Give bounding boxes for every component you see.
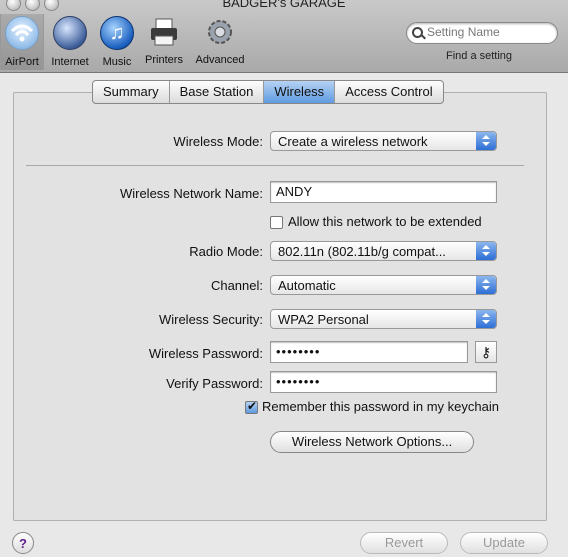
network-name-field[interactable]: ANDY	[270, 181, 497, 203]
tab-bar: Summary Base Station Wireless Access Con…	[92, 80, 444, 104]
toolbar-music[interactable]: ♫ Music	[96, 14, 138, 70]
channel-popup[interactable]: Automatic	[270, 275, 497, 295]
security-value: WPA2 Personal	[278, 312, 369, 327]
verify-password-field[interactable]: ••••••••	[270, 371, 497, 393]
popup-arrows-icon	[476, 132, 496, 150]
toolbar-advanced[interactable]: Advanced	[192, 14, 248, 70]
allow-extend-label: Allow this network to be extended	[288, 214, 482, 229]
globe-icon	[53, 16, 87, 50]
window-title: BADGER's GARAGE	[222, 0, 346, 10]
search-icon	[412, 27, 423, 38]
setting-search-input[interactable]: Setting Name	[406, 22, 558, 44]
toolbar-internet-label: Internet	[51, 56, 89, 68]
settings-panel	[13, 92, 547, 521]
help-button[interactable]: ?	[12, 532, 34, 554]
verify-password-label: Verify Password:	[166, 376, 263, 391]
key-icon: ⚷	[480, 344, 492, 360]
wireless-mode-label: Wireless Mode:	[173, 134, 263, 149]
radio-mode-label: Radio Mode:	[189, 244, 263, 259]
security-label: Wireless Security:	[158, 312, 263, 327]
wireless-mode-popup[interactable]: Create a wireless network	[270, 131, 497, 151]
printer-icon	[148, 16, 180, 48]
search-placeholder: Setting Name	[427, 25, 500, 39]
channel-label: Channel:	[210, 278, 263, 293]
wireless-mode-value: Create a wireless network	[278, 134, 428, 149]
find-setting-label: Find a setting	[446, 50, 513, 62]
revert-button[interactable]: Revert	[360, 532, 448, 554]
toolbar-music-label: Music	[102, 56, 132, 68]
keychain-key-button[interactable]: ⚷	[475, 341, 497, 363]
password-field[interactable]: ••••••••	[270, 341, 468, 363]
radio-mode-value: 802.11n (802.11b/g compat...	[278, 244, 446, 259]
password-label: Wireless Password:	[148, 346, 263, 361]
security-popup[interactable]: WPA2 Personal	[270, 309, 497, 329]
tab-wireless[interactable]: Wireless	[264, 81, 336, 103]
toolbar-airport[interactable]: AirPort	[0, 14, 44, 70]
window-toolbar: BADGER's GARAGE AirPort Internet ♫ Music…	[0, 0, 568, 73]
network-name-label: Wireless Network Name:	[119, 186, 263, 201]
section-divider	[26, 165, 524, 166]
remember-keychain-label: Remember this password in my keychain	[262, 399, 499, 414]
toolbar-printers-label: Printers	[145, 54, 183, 66]
channel-value: Automatic	[278, 278, 336, 293]
tab-summary[interactable]: Summary	[93, 81, 170, 103]
gear-icon	[204, 16, 236, 48]
tab-base-station[interactable]: Base Station	[170, 81, 265, 103]
toolbar-advanced-label: Advanced	[195, 54, 245, 66]
toolbar-airport-label: AirPort	[5, 56, 39, 68]
popup-arrows-icon	[476, 310, 496, 328]
radio-mode-popup[interactable]: 802.11n (802.11b/g compat...	[270, 241, 497, 261]
wireless-network-options-button[interactable]: Wireless Network Options...	[270, 431, 474, 453]
toolbar-internet[interactable]: Internet	[45, 14, 95, 70]
allow-extend-checkbox[interactable]	[270, 216, 283, 229]
music-note-icon: ♫	[100, 16, 134, 50]
tab-access-control[interactable]: Access Control	[335, 81, 442, 103]
popup-arrows-icon	[476, 242, 496, 260]
update-button[interactable]: Update	[460, 532, 548, 554]
toolbar-printers[interactable]: Printers	[140, 14, 188, 70]
airport-wifi-icon	[5, 16, 39, 50]
popup-arrows-icon	[476, 276, 496, 294]
remember-keychain-checkbox[interactable]	[245, 399, 258, 414]
